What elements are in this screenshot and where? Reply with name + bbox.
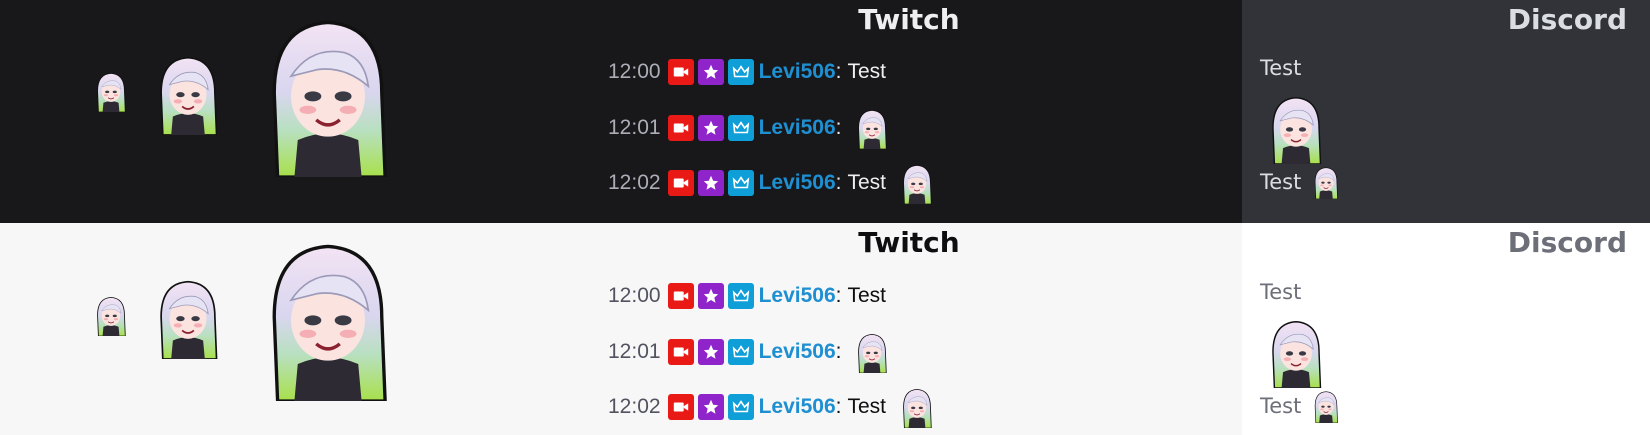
timestamp: 12:01 — [608, 340, 661, 363]
camera-badge-icon[interactable] — [667, 59, 694, 85]
star-badge-icon[interactable] — [697, 339, 724, 365]
light-theme-row: Twitch 12:00 Levi506 : Test 12:01 Levi50… — [0, 223, 1650, 435]
discord-message-line: Test — [1260, 165, 1343, 199]
message-text: Test — [847, 284, 886, 307]
emote-inline-icon — [851, 331, 893, 373]
discord-title: Discord — [1507, 226, 1627, 259]
star-badge-icon[interactable] — [697, 115, 724, 141]
crown-badge-icon[interactable] — [727, 170, 754, 196]
timestamp: 12:02 — [608, 395, 661, 418]
chat-line: 12:02 Levi506 : Test — [608, 386, 938, 428]
colon: : — [835, 340, 842, 363]
star-badge-icon[interactable] — [697, 59, 724, 85]
emote-inline-icon — [896, 162, 938, 204]
username[interactable]: Levi506 — [759, 395, 836, 419]
camera-badge-icon[interactable] — [667, 394, 694, 420]
star-badge-icon[interactable] — [697, 394, 724, 420]
twitch-title: Twitch — [858, 226, 960, 259]
colon: : — [835, 171, 842, 194]
colon: : — [835, 116, 842, 139]
username[interactable]: Levi506 — [759, 340, 836, 364]
star-badge-icon[interactable] — [697, 283, 724, 309]
timestamp: 12:02 — [608, 171, 661, 194]
emote-medium-icon — [146, 51, 230, 135]
colon: : — [835, 395, 842, 418]
emote-small-icon — [90, 294, 132, 336]
dark-theme-row: Twitch 12:00 Levi506 : Test 12:01 Levi50… — [0, 0, 1650, 223]
username[interactable]: Levi506 — [759, 284, 836, 308]
discord-message-line: Test — [1260, 389, 1343, 423]
camera-badge-icon[interactable] — [667, 283, 694, 309]
discord-message-text: Test — [1260, 280, 1302, 304]
crown-badge-icon[interactable] — [727, 115, 754, 141]
timestamp: 12:00 — [608, 284, 661, 307]
chat-line: 12:01 Levi506 : — [608, 107, 893, 149]
twitch-dark-panel: Twitch 12:00 Levi506 : Test 12:01 Levi50… — [0, 0, 1242, 223]
discord-emote-icon — [1260, 316, 1332, 388]
camera-badge-icon[interactable] — [667, 170, 694, 196]
crown-badge-icon[interactable] — [727, 339, 754, 365]
colon: : — [835, 284, 842, 307]
emote-inline-icon — [851, 107, 893, 149]
crown-badge-icon[interactable] — [727, 59, 754, 85]
discord-message-text: Test — [1260, 394, 1302, 418]
discord-message-text: Test — [1260, 170, 1302, 194]
chat-line: 12:00 Levi506 : Test — [608, 59, 886, 85]
timestamp: 12:00 — [608, 60, 661, 83]
camera-badge-icon[interactable] — [667, 339, 694, 365]
discord-light-panel: Discord Test Test — [1242, 223, 1650, 435]
discord-dark-panel: Discord Test Test — [1242, 0, 1650, 223]
discord-title: Discord — [1507, 3, 1627, 36]
message-text: Test — [847, 171, 886, 194]
emote-inline-icon — [896, 386, 938, 428]
username[interactable]: Levi506 — [759, 171, 836, 195]
crown-badge-icon[interactable] — [727, 394, 754, 420]
colon: : — [835, 60, 842, 83]
twitch-light-panel: Twitch 12:00 Levi506 : Test 12:01 Levi50… — [0, 223, 1242, 435]
star-badge-icon[interactable] — [697, 170, 724, 196]
discord-emote-icon — [1260, 92, 1332, 164]
discord-inline-emote-icon — [1309, 389, 1343, 423]
discord-inline-emote-icon — [1309, 165, 1343, 199]
chat-line: 12:01 Levi506 : — [608, 331, 893, 373]
discord-message-text: Test — [1260, 56, 1302, 80]
camera-badge-icon[interactable] — [667, 115, 694, 141]
twitch-title: Twitch — [858, 3, 960, 36]
crown-badge-icon[interactable] — [727, 283, 754, 309]
username[interactable]: Levi506 — [759, 60, 836, 84]
message-text: Test — [847, 395, 886, 418]
username[interactable]: Levi506 — [759, 116, 836, 140]
chat-line: 12:02 Levi506 : Test — [608, 162, 938, 204]
emote-medium-icon — [146, 275, 230, 359]
chat-line: 12:00 Levi506 : Test — [608, 283, 886, 309]
emote-small-icon — [90, 70, 132, 112]
timestamp: 12:01 — [608, 116, 661, 139]
message-text: Test — [847, 60, 886, 83]
